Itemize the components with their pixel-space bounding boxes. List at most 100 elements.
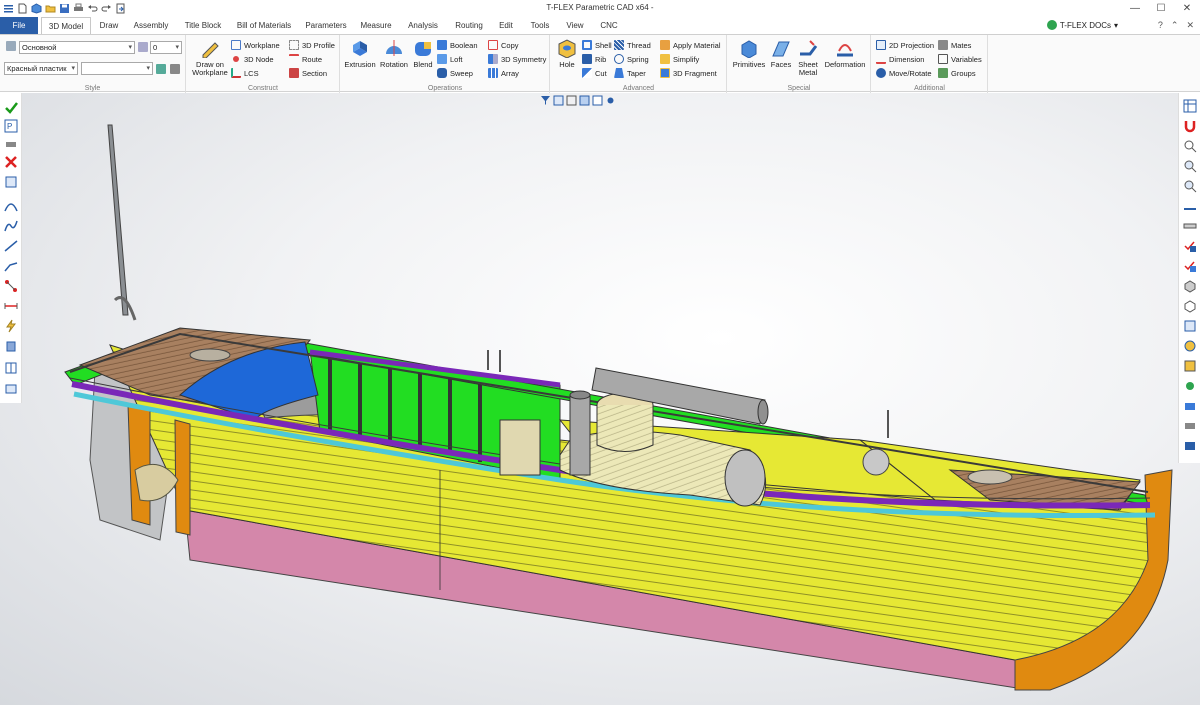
docs-button[interactable]: T-FLEX DOCs ▾ <box>1046 20 1118 30</box>
shell-button[interactable]: Shell <box>582 39 612 51</box>
material-combo[interactable]: Красный пластик <box>4 62 78 75</box>
apply-material-button[interactable]: Apply Material <box>660 39 721 51</box>
check-geometry-icon[interactable] <box>1183 259 1197 273</box>
select-operations-icon[interactable] <box>592 95 603 106</box>
copy-button[interactable]: Copy <box>488 39 519 51</box>
curve-icon[interactable] <box>4 199 18 213</box>
settings-view-icon[interactable] <box>1183 439 1197 453</box>
sheet-metal-button[interactable]: Sheet Metal <box>795 38 821 77</box>
rib-button[interactable]: Rib <box>582 53 606 65</box>
material-view-icon[interactable] <box>1183 359 1197 373</box>
magnet-icon[interactable] <box>1183 119 1197 133</box>
extrusion-button[interactable]: Extrusion <box>343 38 377 69</box>
section-view-icon[interactable] <box>1183 319 1197 333</box>
hole-button[interactable]: Hole <box>554 38 580 69</box>
boiler-end-cap[interactable] <box>724 449 766 507</box>
zoom-in-icon[interactable] <box>1183 159 1197 173</box>
tab-3d-model[interactable]: 3D Model <box>41 17 91 35</box>
2d-projection-button[interactable]: 2D Projection <box>876 39 934 51</box>
help-icon[interactable]: ? <box>1158 20 1163 31</box>
tab-tools[interactable]: Tools <box>525 17 555 34</box>
cancel-icon[interactable] <box>4 155 18 169</box>
shaded-view-icon[interactable] <box>1183 339 1197 353</box>
print-view-icon[interactable] <box>1183 419 1197 433</box>
3d-symmetry-button[interactable]: 3D Symmetry <box>488 53 546 65</box>
layer-combo[interactable]: Основной <box>19 41 135 54</box>
camera-icon[interactable] <box>1183 399 1197 413</box>
draw-on-workplane-button[interactable]: Draw on Workplane <box>190 38 230 77</box>
polyline-icon[interactable] <box>4 259 18 273</box>
confirm-icon[interactable] <box>4 101 18 115</box>
book-icon[interactable] <box>4 361 18 375</box>
faces-button[interactable]: Faces <box>768 38 794 69</box>
minimize-button[interactable]: — <box>1122 0 1148 17</box>
tab-draw[interactable]: Draw <box>94 17 124 34</box>
thread-button[interactable]: Thread <box>614 39 651 51</box>
simplify-button[interactable]: Simplify <box>660 53 699 65</box>
route-button[interactable]: Route <box>289 53 322 65</box>
close-button[interactable]: ✕ <box>1174 0 1200 17</box>
light-icon[interactable] <box>1183 379 1197 393</box>
wireframe-icon[interactable] <box>1183 299 1197 313</box>
tab-cnc[interactable]: CNC <box>595 17 623 34</box>
funnel[interactable] <box>569 394 591 476</box>
section-button[interactable]: Section <box>289 67 327 79</box>
select-edges-icon[interactable] <box>566 95 577 106</box>
tab-routing[interactable]: Routing <box>450 17 488 34</box>
select-faces-icon[interactable] <box>553 95 564 106</box>
deformation-button[interactable]: Deformation <box>822 38 868 69</box>
winch[interactable] <box>862 448 890 476</box>
sweep-button[interactable]: Sweep <box>437 67 473 79</box>
boat-model[interactable] <box>0 93 1200 705</box>
workplane-button[interactable]: Workplane <box>231 39 280 51</box>
material-icon[interactable] <box>156 64 166 74</box>
path-icon[interactable] <box>4 239 18 253</box>
3d-profile-button[interactable]: 3D Profile <box>289 39 335 51</box>
rear-hatch[interactable] <box>189 348 231 362</box>
tab-assembly[interactable]: Assembly <box>128 17 174 34</box>
select-bodies-icon[interactable] <box>579 95 590 106</box>
blend-button[interactable]: Blend <box>411 38 435 69</box>
fore-hatch[interactable] <box>967 469 1013 485</box>
select-object-icon[interactable] <box>4 175 18 189</box>
tab-file[interactable]: File <box>0 17 38 34</box>
parts-icon[interactable] <box>1183 279 1197 293</box>
select-points-icon[interactable] <box>605 95 616 106</box>
grid-view-icon[interactable] <box>1183 99 1197 113</box>
mast[interactable] <box>107 124 129 316</box>
zoom-out-icon[interactable] <box>1183 179 1197 193</box>
spline-icon[interactable] <box>4 219 18 233</box>
taper-button[interactable]: Taper <box>614 67 646 79</box>
minimize-ribbon-icon[interactable]: ⌃ <box>1171 20 1179 31</box>
lcs-button[interactable]: LCS <box>231 67 259 79</box>
parameters-icon[interactable]: P <box>4 119 18 133</box>
measure-icon[interactable] <box>1183 199 1197 213</box>
cut-button[interactable]: Cut <box>582 67 607 79</box>
color-swatch-icon[interactable] <box>170 64 180 74</box>
dimension-button[interactable]: Dimension <box>876 53 924 65</box>
color-combo[interactable] <box>81 62 153 75</box>
tab-bill-of-materials[interactable]: Bill of Materials <box>231 17 297 34</box>
maximize-button[interactable]: ☐ <box>1148 0 1174 17</box>
layers-icon[interactable] <box>4 381 18 395</box>
array-button[interactable]: Array <box>488 67 519 79</box>
tools-icon[interactable] <box>4 137 18 151</box>
tab-measure[interactable]: Measure <box>356 17 396 34</box>
tab-edit[interactable]: Edit <box>494 17 518 34</box>
close-document-icon[interactable]: ✕ <box>1186 20 1194 31</box>
tab-view[interactable]: View <box>561 17 589 34</box>
ruler-icon[interactable] <box>1183 219 1197 233</box>
cylinder-icon[interactable] <box>4 339 18 353</box>
3d-fragment-button[interactable]: 3D Fragment <box>660 67 717 79</box>
steam-engine[interactable] <box>499 419 541 476</box>
3d-node-button[interactable]: 3D Node <box>231 53 274 65</box>
variables-button[interactable]: Variables <box>938 53 982 65</box>
check-model-icon[interactable] <box>1183 239 1197 253</box>
node-link-icon[interactable] <box>4 279 18 293</box>
zoom-icon[interactable] <box>1183 139 1197 153</box>
rotation-button[interactable]: Rotation <box>378 38 410 69</box>
lightning-icon[interactable] <box>4 319 18 333</box>
filter-icon[interactable] <box>540 95 551 106</box>
dimension-tool-icon[interactable] <box>4 299 18 313</box>
boiler-top[interactable] <box>596 405 654 452</box>
